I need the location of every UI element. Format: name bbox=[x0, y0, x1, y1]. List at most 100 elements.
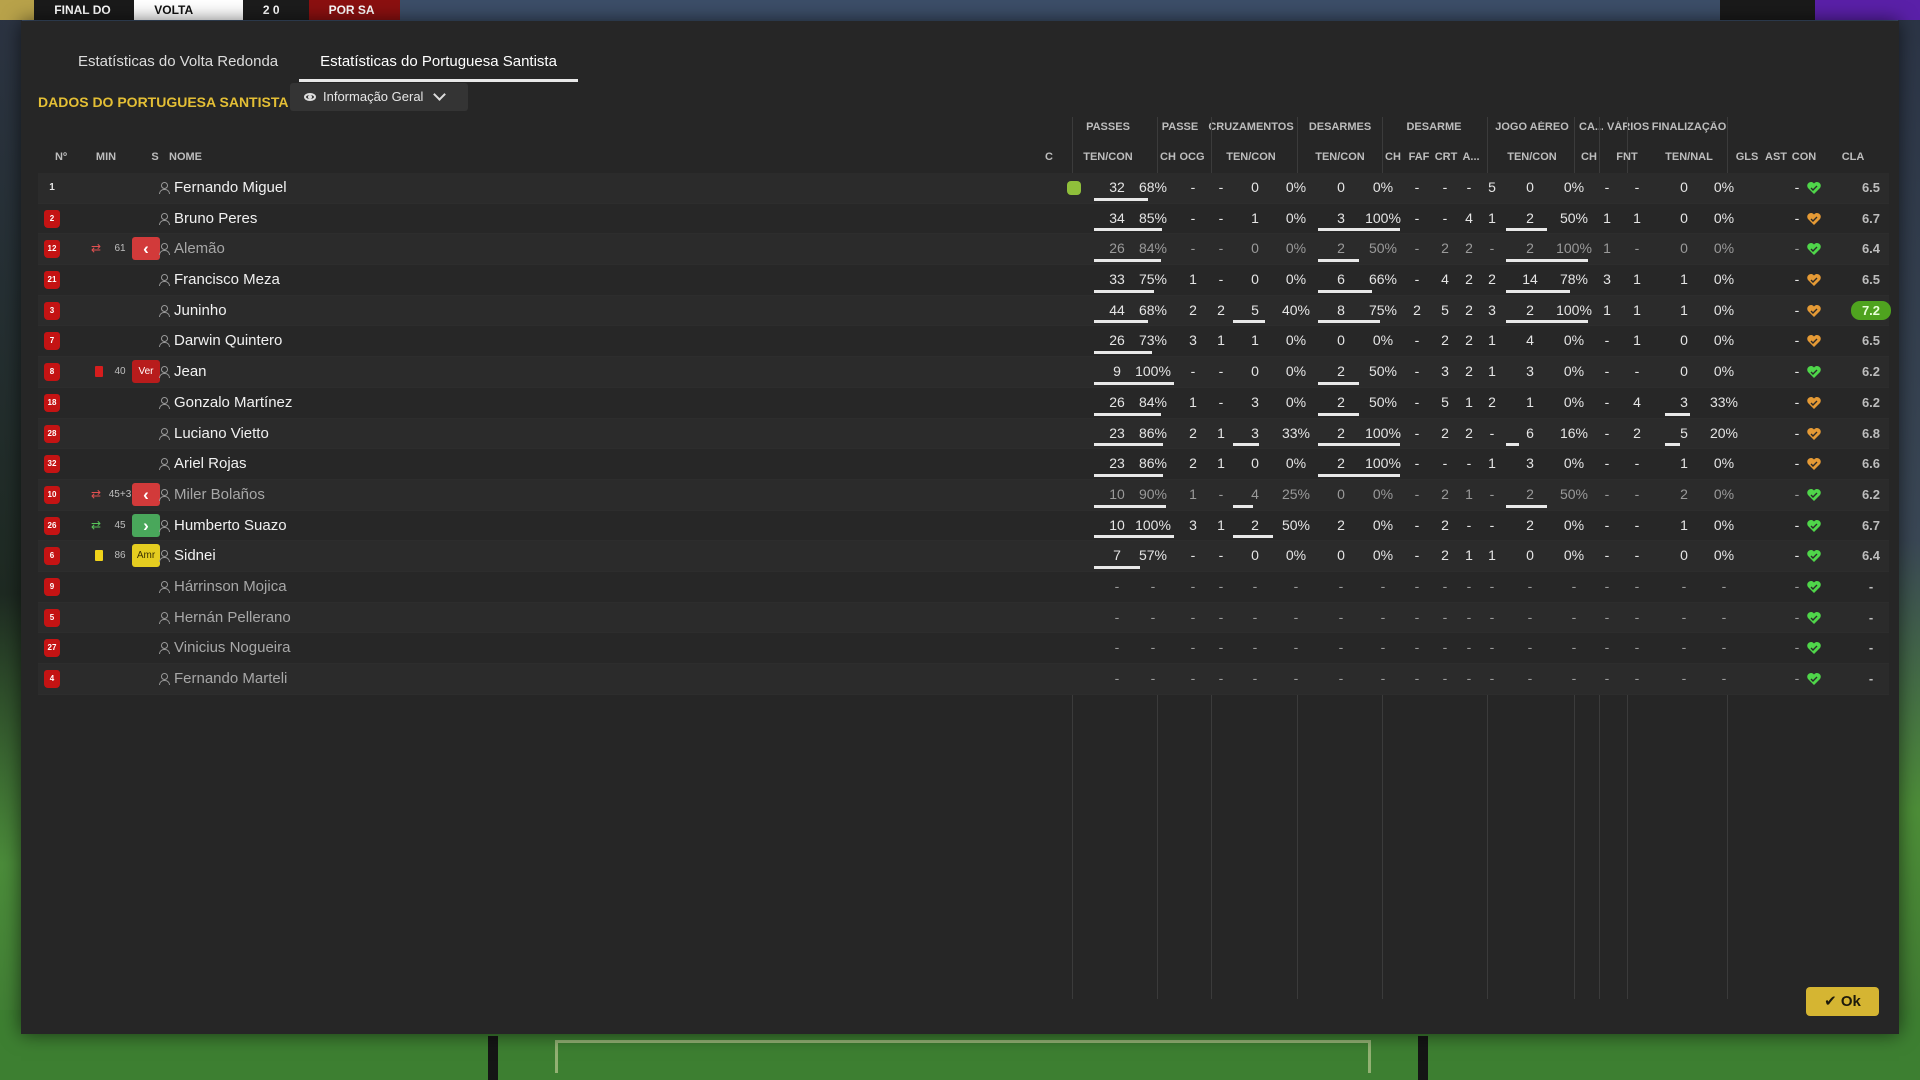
player-row[interactable]: 32 Ariel Rojas 23 86% 2 1 0 0% 2 100% - - -1 3 0% - -1 0%… bbox=[38, 449, 1889, 480]
player-row[interactable]: 28 Luciano Vietto 23 86% 2 1 3 33% 2 100% -2 2-6 16%… bbox=[38, 418, 1889, 450]
column-header-c[interactable]: C bbox=[1040, 151, 1058, 163]
pass-ocg: - bbox=[1218, 670, 1224, 686]
player-name[interactable]: Ariel Rojas bbox=[174, 449, 247, 478]
column-header-s[interactable]: S bbox=[141, 151, 169, 163]
player-row[interactable]: 26 ⇄ 45 › Humberto Suazo 10 100% 3 1 2 50% 2 0% -2- -2… bbox=[38, 510, 1889, 542]
tackles-bar bbox=[1318, 228, 1400, 232]
shirt-number: 21 bbox=[44, 271, 60, 290]
tackle-crt: - bbox=[1466, 455, 1472, 472]
shots-pct: 0% bbox=[1713, 485, 1735, 502]
goals: - bbox=[1794, 577, 1800, 594]
tab-portuguesa-santista[interactable]: Estatísticas do Portuguesa Santista bbox=[299, 45, 578, 82]
player-name[interactable]: Fernando Marteli bbox=[174, 664, 287, 693]
yellow-card-badge[interactable]: Amr bbox=[132, 544, 160, 568]
pass-ch: 1 bbox=[1189, 393, 1197, 410]
red-card-badge[interactable]: Ver bbox=[132, 360, 160, 384]
player-name[interactable]: Fernando Miguel bbox=[174, 173, 287, 202]
tab-volta-redonda[interactable]: Estatísticas do Volta Redonda bbox=[57, 45, 299, 79]
player-row[interactable]: 2 Bruno Peres 34 85% - -1 0% 3 100% - -4 1 2 50% 1 1 0 0%… bbox=[38, 203, 1889, 235]
player-name[interactable]: Luciano Vietto bbox=[174, 419, 269, 448]
column-header-aer[interactable]: TEN/CON bbox=[1486, 151, 1578, 163]
tackle-crt: 2 bbox=[1465, 271, 1473, 288]
tackle-faf: 2 bbox=[1441, 516, 1449, 533]
player-row[interactable]: 1 Fernando Miguel 32 68% - -0 0% 0 0% - - -5 0 0% - -0 0… bbox=[38, 173, 1889, 204]
tackle-crt: 1 bbox=[1465, 547, 1473, 564]
player-name[interactable]: Miler Bolaños bbox=[174, 480, 265, 509]
shirt-icon: 6 bbox=[44, 547, 60, 566]
shirt-number: 10 bbox=[44, 485, 60, 504]
aerial-pct: 0% bbox=[1563, 332, 1585, 349]
sub-on-badge[interactable]: › bbox=[132, 513, 160, 537]
player-row[interactable]: 3 Juninho 44 68% 2 2 5 40% 8 75% 2 5 2 3 2 100% 1 1 1 0% -7.… bbox=[38, 295, 1891, 327]
player-name[interactable]: Juninho bbox=[174, 296, 227, 325]
pass-ch: 2 bbox=[1189, 455, 1197, 472]
player-row[interactable]: 9 Hárrinson Mojica - - - - - - - - - - - - - - - - - - - - bbox=[38, 571, 1889, 603]
shirt-icon: 3 bbox=[44, 301, 60, 320]
goals: - bbox=[1794, 608, 1800, 625]
column-header-fin[interactable]: TEN/NAL bbox=[1645, 151, 1733, 163]
player-name[interactable]: Gonzalo Martínez bbox=[174, 388, 292, 417]
shirt-icon: 27 bbox=[44, 639, 60, 658]
column-header-gls[interactable]: GLS bbox=[1731, 151, 1763, 163]
column-header-passes[interactable]: TEN/CON bbox=[1069, 151, 1147, 163]
player-name[interactable]: Francisco Meza bbox=[174, 265, 280, 294]
tackle-crt: - bbox=[1466, 577, 1472, 594]
player-name[interactable]: Alemão bbox=[174, 234, 225, 263]
tackle-a: - bbox=[1489, 577, 1495, 594]
shots-attempted: 0 bbox=[1680, 179, 1688, 195]
player-name[interactable]: Humberto Suazo bbox=[174, 511, 287, 540]
ok-button[interactable]: ✔ Ok bbox=[1806, 987, 1879, 1016]
column-header-min[interactable]: MIN bbox=[87, 151, 125, 163]
player-row[interactable]: 18 Gonzalo Martínez 26 84% 1-3 0% 2 50% -5 1 2 1 0% -… bbox=[38, 387, 1889, 419]
player-row[interactable]: 6 86 Amr Sidnei 7 57% - -0 0% 0 0% -2 1 1 0 0% - -0 0% -6.4 bbox=[38, 541, 1889, 572]
player-name[interactable]: Sidnei bbox=[174, 541, 216, 570]
player-row[interactable]: 4 Fernando Marteli - - - - - - - - - - - - - - - - - - - - bbox=[38, 664, 1889, 695]
column-header-fnt[interactable]: FNT bbox=[1603, 151, 1651, 163]
cross-pct: 0% bbox=[1285, 455, 1307, 472]
player-row[interactable]: 12 ⇄ 61 ‹ Alemão 26 84% - -0 0% 2 50% -2 2-2 100% 1-0 0%… bbox=[38, 234, 1889, 266]
sub-off-badge[interactable]: ‹ bbox=[132, 237, 160, 261]
person-icon bbox=[159, 304, 170, 317]
player-name[interactable]: Jean bbox=[174, 357, 207, 386]
player-name[interactable]: Hárrinson Mojica bbox=[174, 572, 287, 601]
column-header-num[interactable]: Nº bbox=[45, 151, 77, 163]
column-header-cruz[interactable]: TEN/CON bbox=[1204, 151, 1298, 163]
ca-ch: - bbox=[1604, 485, 1610, 502]
player-row[interactable]: 10 ⇄ 45+3 ‹ Miler Bolaños 10 90% 1-4 25% 0 0% -2 1-2… bbox=[38, 479, 1889, 511]
pass-ocg: - bbox=[1218, 608, 1224, 625]
goals: - bbox=[1794, 179, 1800, 195]
pass-ch: - bbox=[1190, 547, 1196, 564]
view-dropdown[interactable]: Informação Geral bbox=[290, 83, 468, 111]
pass-ch: - bbox=[1190, 179, 1196, 195]
tackle-a: - bbox=[1489, 516, 1495, 533]
player-name[interactable]: Bruno Peres bbox=[174, 204, 257, 233]
tackle-faf: - bbox=[1442, 670, 1448, 686]
player-row[interactable]: 27 Vinicius Nogueira - - - - - - - - - - - - - - - - - - - - bbox=[38, 633, 1889, 664]
goals: - bbox=[1794, 547, 1800, 564]
aerial-bar bbox=[1506, 289, 1570, 293]
match-score: 2 0 bbox=[242, 0, 309, 20]
player-name[interactable]: Darwin Quintero bbox=[174, 326, 282, 355]
column-header-cach[interactable]: CH bbox=[1575, 151, 1603, 163]
sub-off-badge[interactable]: ‹ bbox=[132, 482, 160, 506]
tackle-faf: 2 bbox=[1441, 547, 1449, 564]
player-row[interactable]: 7 Darwin Quintero 26 73% 3 1 1 0% 0 0% -2 2 1 4 0% -1 0 0… bbox=[38, 326, 1889, 358]
passes-bar bbox=[1094, 565, 1140, 569]
player-row[interactable]: 5 Hernán Pellerano - - - - - - - - - - - - - - - - - - - - bbox=[38, 602, 1889, 634]
player-name[interactable]: Hernán Pellerano bbox=[174, 603, 291, 632]
column-header-des[interactable]: TEN/CON bbox=[1294, 151, 1386, 163]
shirt-icon: 9 bbox=[44, 577, 60, 596]
tackle-faf: - bbox=[1442, 608, 1448, 625]
column-header-name[interactable]: NOME bbox=[169, 151, 227, 163]
column-header-cla[interactable]: CLA bbox=[1829, 151, 1877, 163]
goals: - bbox=[1794, 455, 1800, 472]
column-header-con[interactable]: CON bbox=[1787, 151, 1821, 163]
heart-icon bbox=[1806, 610, 1822, 626]
player-row[interactable]: 8 40 Ver Jean 9 100% - -0 0% 2 50% -3 2 1 3 0% - -0 0% -6.2 bbox=[38, 357, 1889, 388]
player-row[interactable]: 21 Francisco Meza 33 75% 1-0 0% 6 66% -4 2 2 14 78% 3… bbox=[38, 265, 1889, 296]
cross-pct: 33% bbox=[1281, 424, 1311, 441]
shirt-icon: 2 bbox=[44, 209, 60, 228]
player-name[interactable]: Vinicius Nogueira bbox=[174, 633, 290, 662]
shots-attempted: 1 bbox=[1680, 301, 1688, 318]
column-header-da[interactable]: A... bbox=[1457, 151, 1485, 163]
